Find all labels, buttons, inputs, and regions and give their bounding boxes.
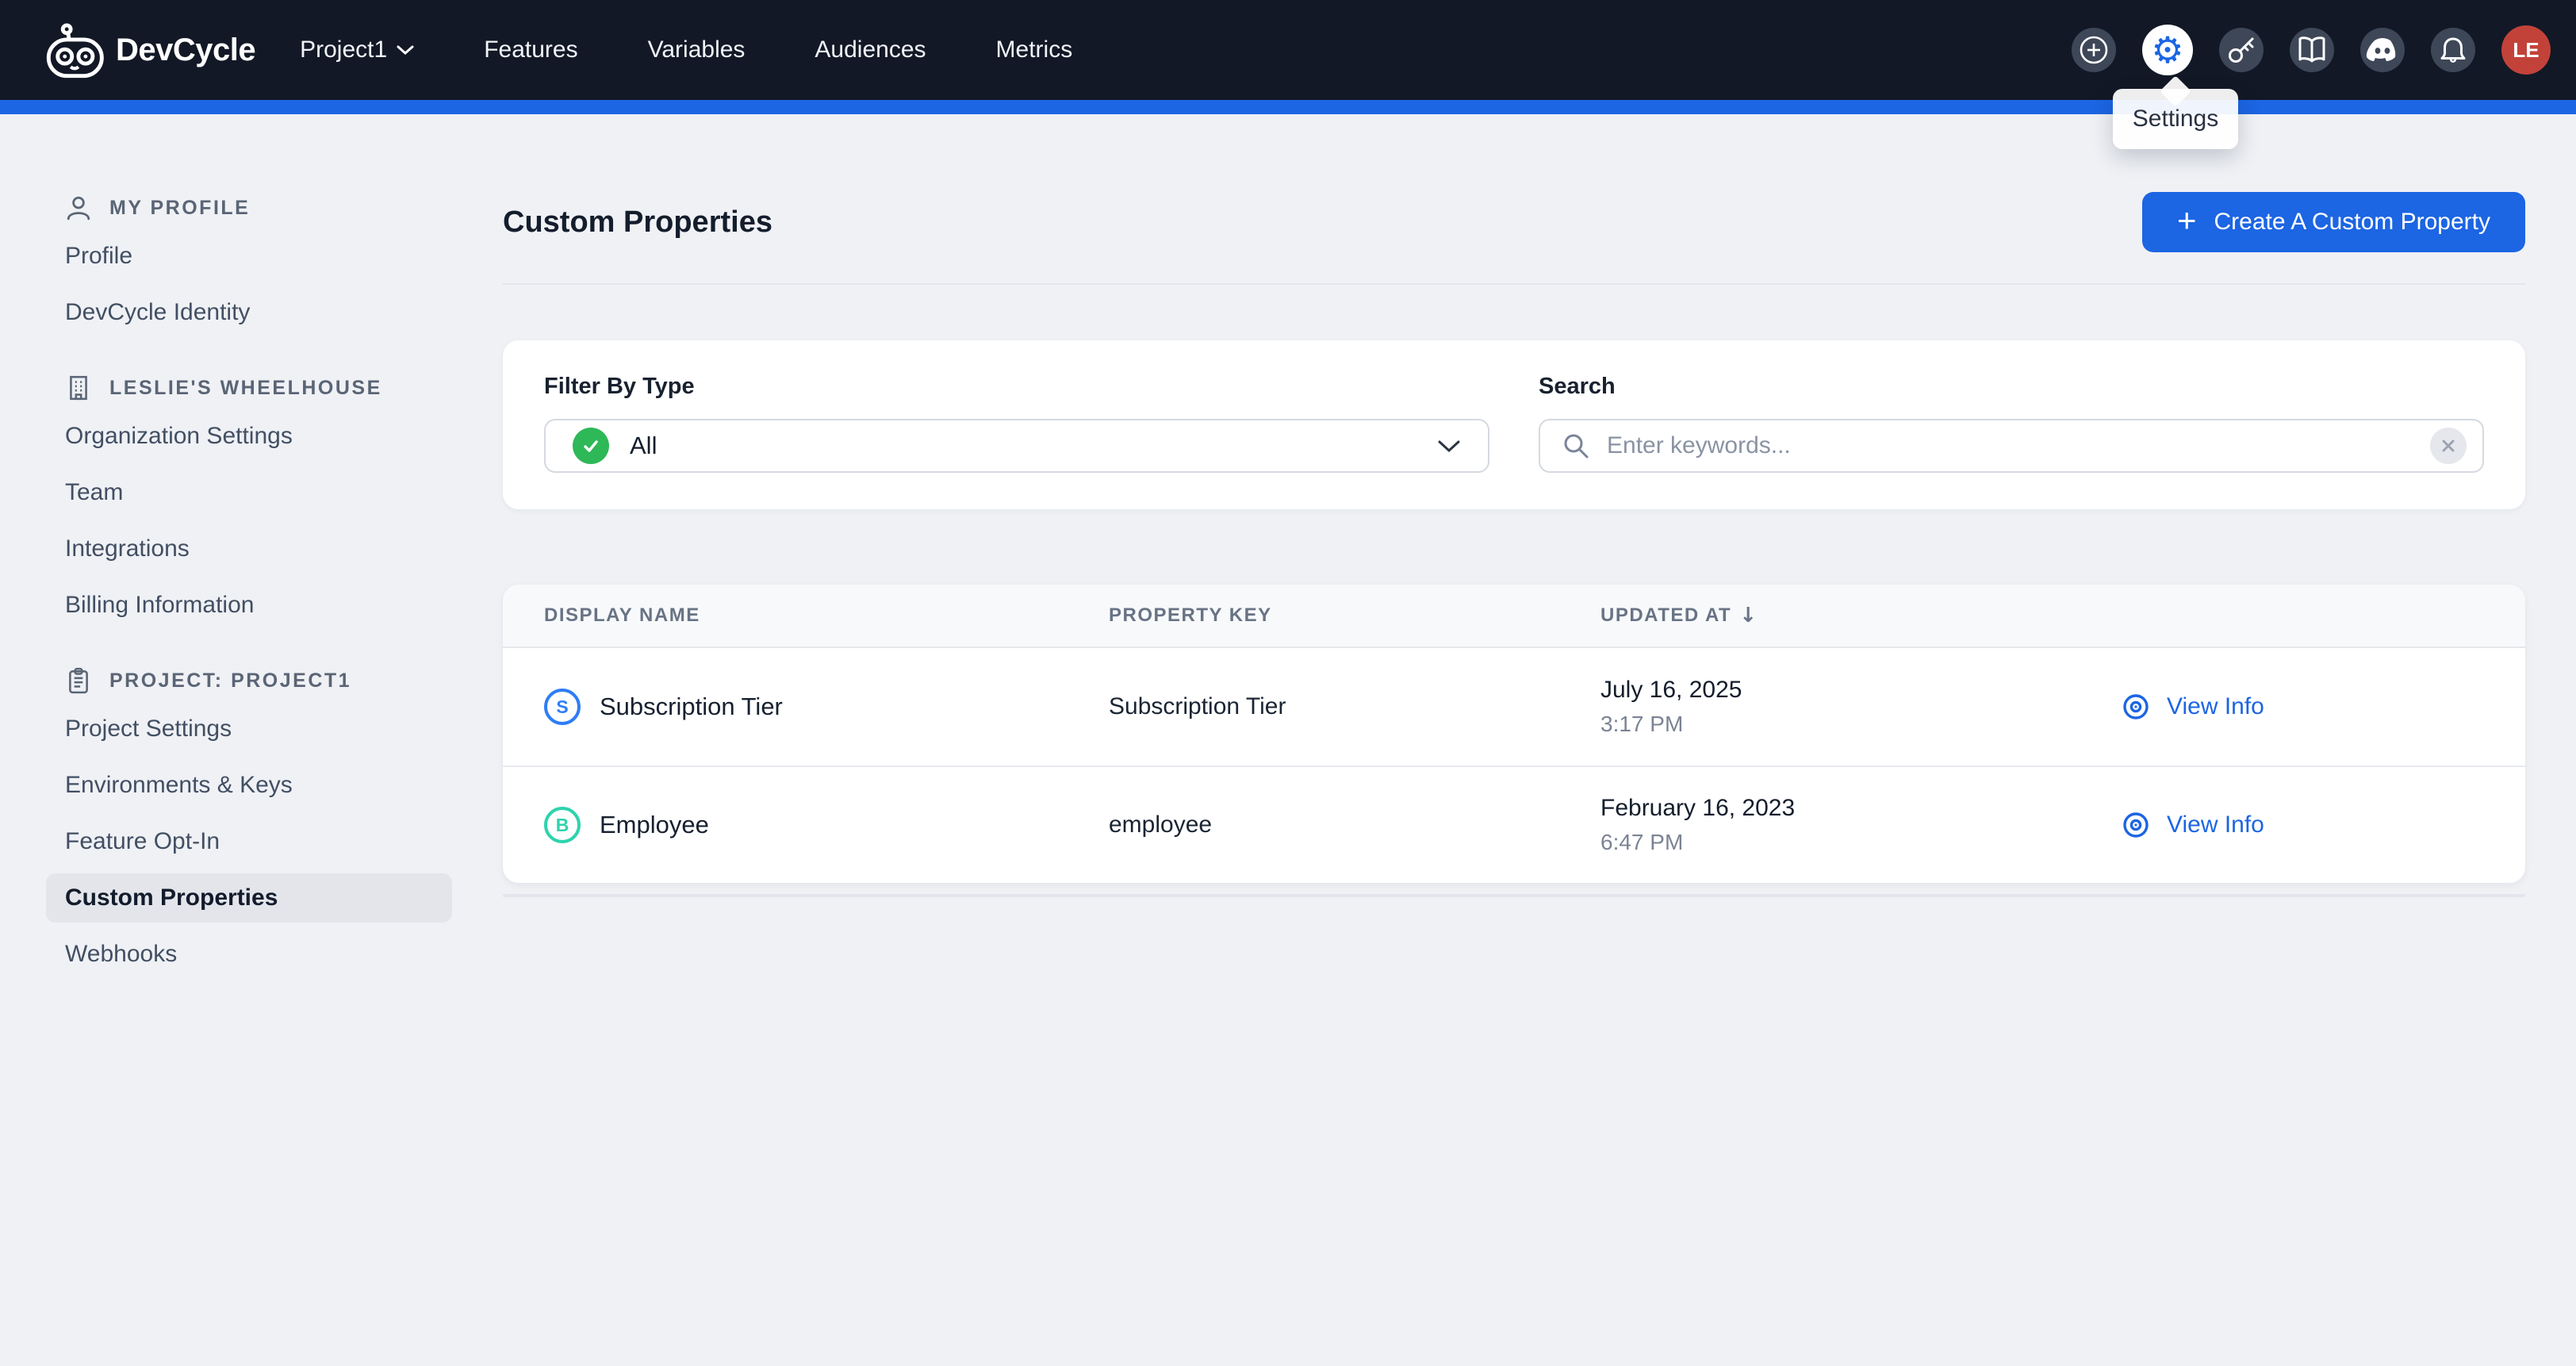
devcycle-logo[interactable]: DevCycle — [0, 21, 255, 79]
add-circle-button[interactable] — [2072, 28, 2116, 72]
nav-link-metrics[interactable]: Metrics — [996, 36, 1073, 63]
settings-tooltip: Settings — [2113, 89, 2238, 149]
column-display-name: DISPLAY NAME — [544, 604, 1109, 627]
chevron-down-icon — [397, 44, 414, 56]
updated-time: 3:17 PM — [1600, 712, 2119, 737]
sidebar-item-custom-properties[interactable]: Custom Properties — [46, 873, 452, 923]
updated-at-cell: July 16, 2025 3:17 PM — [1600, 677, 2119, 737]
sidebar-item-profile[interactable]: Profile — [46, 232, 452, 281]
type-filter-select[interactable]: All — [544, 419, 1489, 473]
property-key: employee — [1109, 812, 1600, 838]
sidebar-item-integrations[interactable]: Integrations — [46, 524, 452, 574]
gear-icon: ⚙ — [2151, 32, 2183, 68]
title-divider — [503, 283, 2525, 285]
table-row: S Subscription Tier Subscription Tier Ju… — [503, 648, 2525, 765]
filter-by-type-label: Filter By Type — [544, 374, 1489, 400]
view-info-link[interactable]: View Info — [2119, 808, 2484, 842]
api-keys-button[interactable] — [2219, 28, 2264, 72]
updated-time: 6:47 PM — [1600, 830, 2119, 855]
table-header-row: DISPLAY NAME PROPERTY KEY UPDATED AT ↓ — [503, 585, 2525, 648]
bell-icon — [2437, 34, 2469, 66]
updated-at-cell: February 16, 2023 6:47 PM — [1600, 795, 2119, 855]
plus-icon: + — [2177, 204, 2197, 237]
plus-circle-icon — [2078, 34, 2110, 66]
discord-button[interactable] — [2360, 28, 2405, 72]
view-info-link[interactable]: View Info — [2119, 690, 2484, 723]
check-circle-icon — [573, 428, 609, 464]
devcycle-robot-icon — [44, 21, 105, 79]
table-row: B Employee employee February 16, 2023 6:… — [503, 765, 2525, 883]
main-content: Custom Properties + Create A Custom Prop… — [503, 190, 2525, 897]
chevron-down-icon — [1437, 439, 1461, 453]
type-badge-boolean: B — [544, 807, 581, 843]
sort-descending-icon: ↓ — [1739, 604, 1758, 627]
column-property-key: PROPERTY KEY — [1109, 604, 1600, 627]
filter-card: Filter By Type All Search — [503, 340, 2525, 509]
clear-search-button[interactable] — [2430, 428, 2467, 464]
search-icon — [1561, 431, 1591, 461]
settings-sidebar: MY PROFILE Profile DevCycle Identity LES… — [46, 190, 452, 986]
logo-wordmark: DevCycle — [116, 33, 255, 68]
search-input[interactable] — [1607, 432, 2430, 459]
property-key: Subscription Tier — [1109, 693, 1600, 720]
tooltip-label: Settings — [2133, 106, 2218, 132]
sidebar-item-devcycle-identity[interactable]: DevCycle Identity — [46, 288, 452, 337]
nav-link-audiences[interactable]: Audiences — [815, 36, 926, 63]
section-project: PROJECT: PROJECT1 — [46, 663, 452, 698]
search-label: Search — [1539, 374, 2484, 400]
filter-by-type-group: Filter By Type All — [544, 374, 1489, 509]
display-name: Employee — [600, 811, 709, 839]
project-dropdown[interactable]: Project1 — [300, 36, 414, 63]
updated-date: July 16, 2025 — [1600, 677, 2119, 704]
type-filter-value: All — [630, 432, 657, 460]
sidebar-item-webhooks[interactable]: Webhooks — [46, 930, 452, 979]
sidebar-item-billing-information[interactable]: Billing Information — [46, 581, 452, 630]
avatar[interactable]: LE — [2501, 25, 2551, 75]
sidebar-item-team[interactable]: Team — [46, 468, 452, 517]
nav-link-features[interactable]: Features — [484, 36, 577, 63]
sidebar-item-environments-keys[interactable]: Environments & Keys — [46, 761, 452, 810]
page-header: Custom Properties + Create A Custom Prop… — [503, 190, 2525, 254]
updated-date: February 16, 2023 — [1600, 795, 2119, 822]
nav-right-icons: ⚙ LE — [2072, 25, 2576, 75]
avatar-initials: LE — [2513, 38, 2539, 63]
custom-properties-table: DISPLAY NAME PROPERTY KEY UPDATED AT ↓ S… — [503, 585, 2525, 883]
eye-icon — [2119, 690, 2152, 723]
discord-icon — [2366, 33, 2399, 67]
notifications-button[interactable] — [2431, 28, 2475, 72]
key-icon — [2225, 34, 2257, 66]
sidebar-item-organization-settings[interactable]: Organization Settings — [46, 412, 452, 461]
table-footer-divider — [503, 894, 2525, 897]
section-my-profile: MY PROFILE — [46, 190, 452, 225]
sidebar-item-feature-opt-in[interactable]: Feature Opt-In — [46, 817, 452, 866]
section-organization: LESLIE'S WHEELHOUSE — [46, 370, 452, 405]
settings-button[interactable]: ⚙ — [2142, 25, 2193, 75]
book-icon — [2296, 34, 2328, 66]
nav-link-variables[interactable]: Variables — [648, 36, 746, 63]
create-custom-property-button[interactable]: + Create A Custom Property — [2142, 192, 2525, 252]
type-badge-string: S — [544, 689, 581, 725]
person-icon — [65, 194, 92, 221]
page-title: Custom Properties — [503, 205, 772, 240]
clipboard-icon — [65, 667, 92, 694]
search-group: Search — [1539, 374, 2484, 509]
eye-icon — [2119, 808, 2152, 842]
close-icon — [2440, 438, 2456, 454]
top-nav-bar: DevCycle Project1 Features Variables Aud… — [0, 0, 2576, 100]
docs-button[interactable] — [2290, 28, 2334, 72]
nav-menu: Project1 Features Variables Audiences Me… — [300, 36, 1072, 63]
sidebar-item-project-settings[interactable]: Project Settings — [46, 704, 452, 754]
building-icon — [65, 374, 92, 401]
search-box — [1539, 419, 2484, 473]
display-name: Subscription Tier — [600, 693, 783, 721]
column-updated-at[interactable]: UPDATED AT ↓ — [1600, 604, 2119, 627]
